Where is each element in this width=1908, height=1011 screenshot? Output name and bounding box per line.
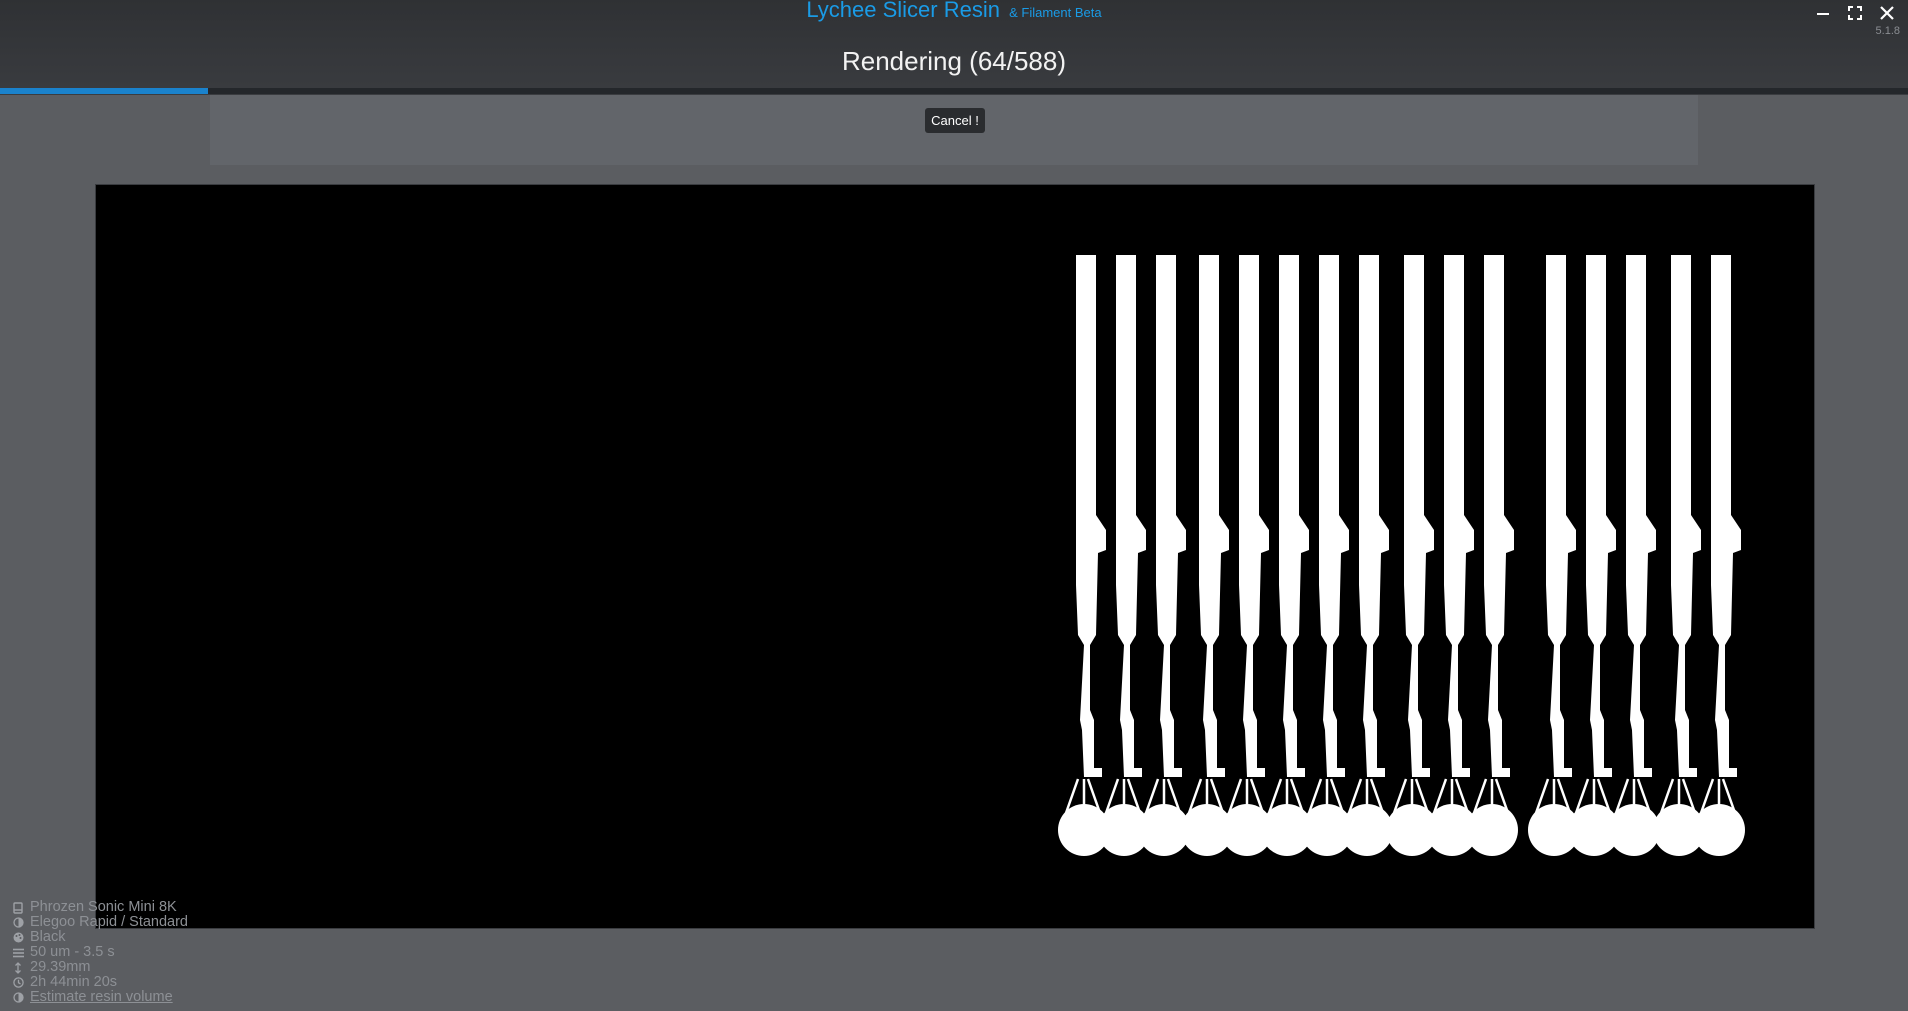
- part-11: [1484, 255, 1514, 777]
- part-2: [1116, 255, 1146, 777]
- estimate-resin-volume-link[interactable]: Estimate resin volume: [30, 990, 173, 1005]
- info-printer: Phrozen Sonic Mini 8K: [12, 900, 188, 915]
- minimize-icon: [1817, 13, 1829, 15]
- render-status: Rendering (64/588): [841, 46, 1067, 76]
- base-disc-8: [1341, 804, 1393, 856]
- info-color: Black: [12, 930, 188, 945]
- resin-volume-icon: [12, 992, 24, 1004]
- app-title-subtitle: & Filament Beta: [1009, 5, 1102, 20]
- layer-preview: [95, 184, 1815, 929]
- resin-icon: [12, 917, 24, 929]
- info-time: 2h 44min 20s: [12, 975, 188, 990]
- app-title: Lychee Slicer Resin & Filament Beta: [0, 0, 1908, 23]
- layer-preview-svg: [1058, 255, 1745, 856]
- maximize-icon: [1848, 6, 1862, 20]
- base-disc-14: [1608, 804, 1660, 856]
- app-title-main: Lychee Slicer Resin: [806, 0, 1000, 22]
- printer-icon: [12, 901, 24, 914]
- base-disc-11: [1466, 804, 1518, 856]
- header: Lychee Slicer Resin & Filament Beta 5.1.…: [0, 0, 1908, 95]
- part-16: [1711, 255, 1741, 777]
- cancel-button[interactable]: Cancel !: [925, 108, 985, 133]
- part-15: [1671, 255, 1701, 777]
- part-9: [1404, 255, 1434, 777]
- print-info: Phrozen Sonic Mini 8K Elegoo Rapid / Sta…: [12, 900, 188, 1005]
- layers-icon: [12, 947, 24, 959]
- part-6: [1279, 255, 1309, 777]
- part-7: [1319, 255, 1349, 777]
- maximize-button[interactable]: [1842, 2, 1868, 24]
- render-progress-bar: [0, 88, 1908, 94]
- clock-icon: [12, 977, 24, 989]
- part-8: [1359, 255, 1389, 777]
- version-label: 5.1.8: [1875, 25, 1900, 37]
- part-13: [1586, 255, 1616, 777]
- render-progress-fill: [0, 88, 208, 94]
- minimize-button[interactable]: [1810, 2, 1836, 24]
- part-10: [1444, 255, 1474, 777]
- info-resin: Elegoo Rapid / Standard: [12, 915, 188, 930]
- part-14: [1626, 255, 1656, 777]
- close-button[interactable]: [1874, 2, 1900, 24]
- part-4: [1199, 255, 1229, 777]
- part-12: [1546, 255, 1576, 777]
- window-controls: [1810, 2, 1900, 24]
- info-height: 29.39mm: [12, 960, 188, 975]
- part-5: [1239, 255, 1269, 777]
- part-3: [1156, 255, 1186, 777]
- part-1: [1076, 255, 1106, 777]
- base-disc-16: [1693, 804, 1745, 856]
- info-estimate: Estimate resin volume: [12, 990, 188, 1005]
- palette-icon: [12, 932, 24, 944]
- close-icon: [1880, 6, 1894, 20]
- height-icon: [12, 961, 24, 974]
- info-layer: 50 um - 3.5 s: [12, 945, 188, 960]
